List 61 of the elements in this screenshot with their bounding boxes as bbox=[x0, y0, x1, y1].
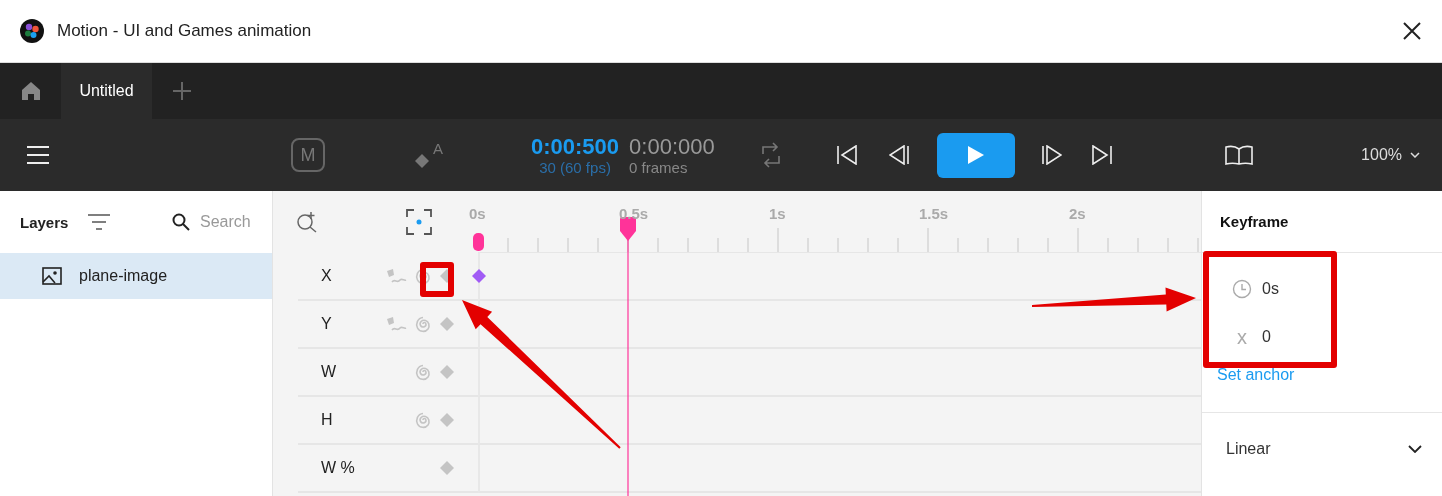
step-forward-icon bbox=[1041, 145, 1062, 165]
property-label: Y bbox=[321, 315, 332, 333]
playhead[interactable] bbox=[619, 217, 637, 496]
menu-icon bbox=[27, 146, 49, 164]
current-time: 0:00:500 bbox=[531, 134, 620, 159]
property-label: W % bbox=[321, 459, 355, 477]
image-icon bbox=[42, 267, 62, 285]
add-zoom-button[interactable] bbox=[296, 211, 318, 233]
play-icon bbox=[966, 145, 985, 165]
keyframe-marker[interactable] bbox=[472, 269, 486, 283]
panel-title: Keyframe bbox=[1202, 191, 1442, 253]
book-icon bbox=[1224, 145, 1253, 165]
loop-button[interactable] bbox=[760, 142, 781, 168]
skip-to-end-button[interactable] bbox=[1091, 145, 1112, 165]
window-title: Motion - UI and Games animation bbox=[57, 21, 312, 41]
axis-label: x bbox=[1236, 325, 1248, 349]
home-icon bbox=[20, 81, 41, 101]
focus-icon bbox=[406, 209, 432, 235]
filter-icon bbox=[88, 214, 111, 230]
layer-item[interactable]: plane-image bbox=[0, 253, 272, 299]
layer-name: plane-image bbox=[79, 267, 168, 285]
search-icon bbox=[172, 213, 190, 231]
skip-start-icon bbox=[836, 145, 857, 165]
chevron-down-icon bbox=[1408, 445, 1422, 453]
time-label: 1s bbox=[769, 205, 786, 222]
loop-icon bbox=[760, 142, 781, 168]
fps-label: 30 (60 fps) bbox=[539, 158, 611, 176]
panel-title: Layers bbox=[20, 213, 69, 231]
step-back-icon bbox=[888, 145, 909, 165]
menu-button[interactable] bbox=[27, 146, 49, 164]
step-back-button[interactable] bbox=[888, 145, 909, 165]
app-logo bbox=[20, 19, 44, 43]
chevron-down-icon bbox=[1410, 152, 1420, 158]
time-label: 0s bbox=[469, 205, 486, 222]
play-button[interactable] bbox=[936, 132, 1015, 178]
skip-to-start-button[interactable] bbox=[836, 145, 857, 165]
x-value: 0 bbox=[1262, 328, 1271, 346]
document-tab[interactable]: Untitled bbox=[61, 63, 152, 119]
keyframe-icon bbox=[415, 154, 429, 168]
filter-button[interactable] bbox=[88, 214, 111, 230]
start-marker[interactable] bbox=[473, 233, 484, 251]
frames-label: 0 frames bbox=[629, 158, 688, 176]
close-button[interactable] bbox=[1402, 21, 1422, 41]
time-label: 1.5s bbox=[919, 205, 949, 222]
property-label: W bbox=[321, 363, 337, 381]
new-tab-icon[interactable] bbox=[172, 81, 192, 101]
zoom-add-icon bbox=[296, 211, 318, 233]
time-value: 0s bbox=[1262, 280, 1279, 298]
time-label: 0.5s bbox=[619, 205, 649, 222]
step-forward-button[interactable] bbox=[1041, 145, 1062, 165]
property-label: H bbox=[321, 411, 333, 429]
clock-icon bbox=[1232, 279, 1252, 299]
docs-button[interactable] bbox=[1224, 145, 1253, 165]
zoom-dropdown[interactable]: 100% bbox=[1361, 146, 1420, 164]
total-time: 0:00:000 bbox=[629, 134, 715, 159]
time-label: 2s bbox=[1069, 205, 1086, 222]
skip-end-icon bbox=[1091, 145, 1112, 165]
search-field[interactable]: Search bbox=[172, 213, 272, 231]
fit-button[interactable] bbox=[406, 209, 432, 235]
property-label: X bbox=[321, 267, 332, 285]
highlight-box-overlay bbox=[420, 262, 454, 297]
